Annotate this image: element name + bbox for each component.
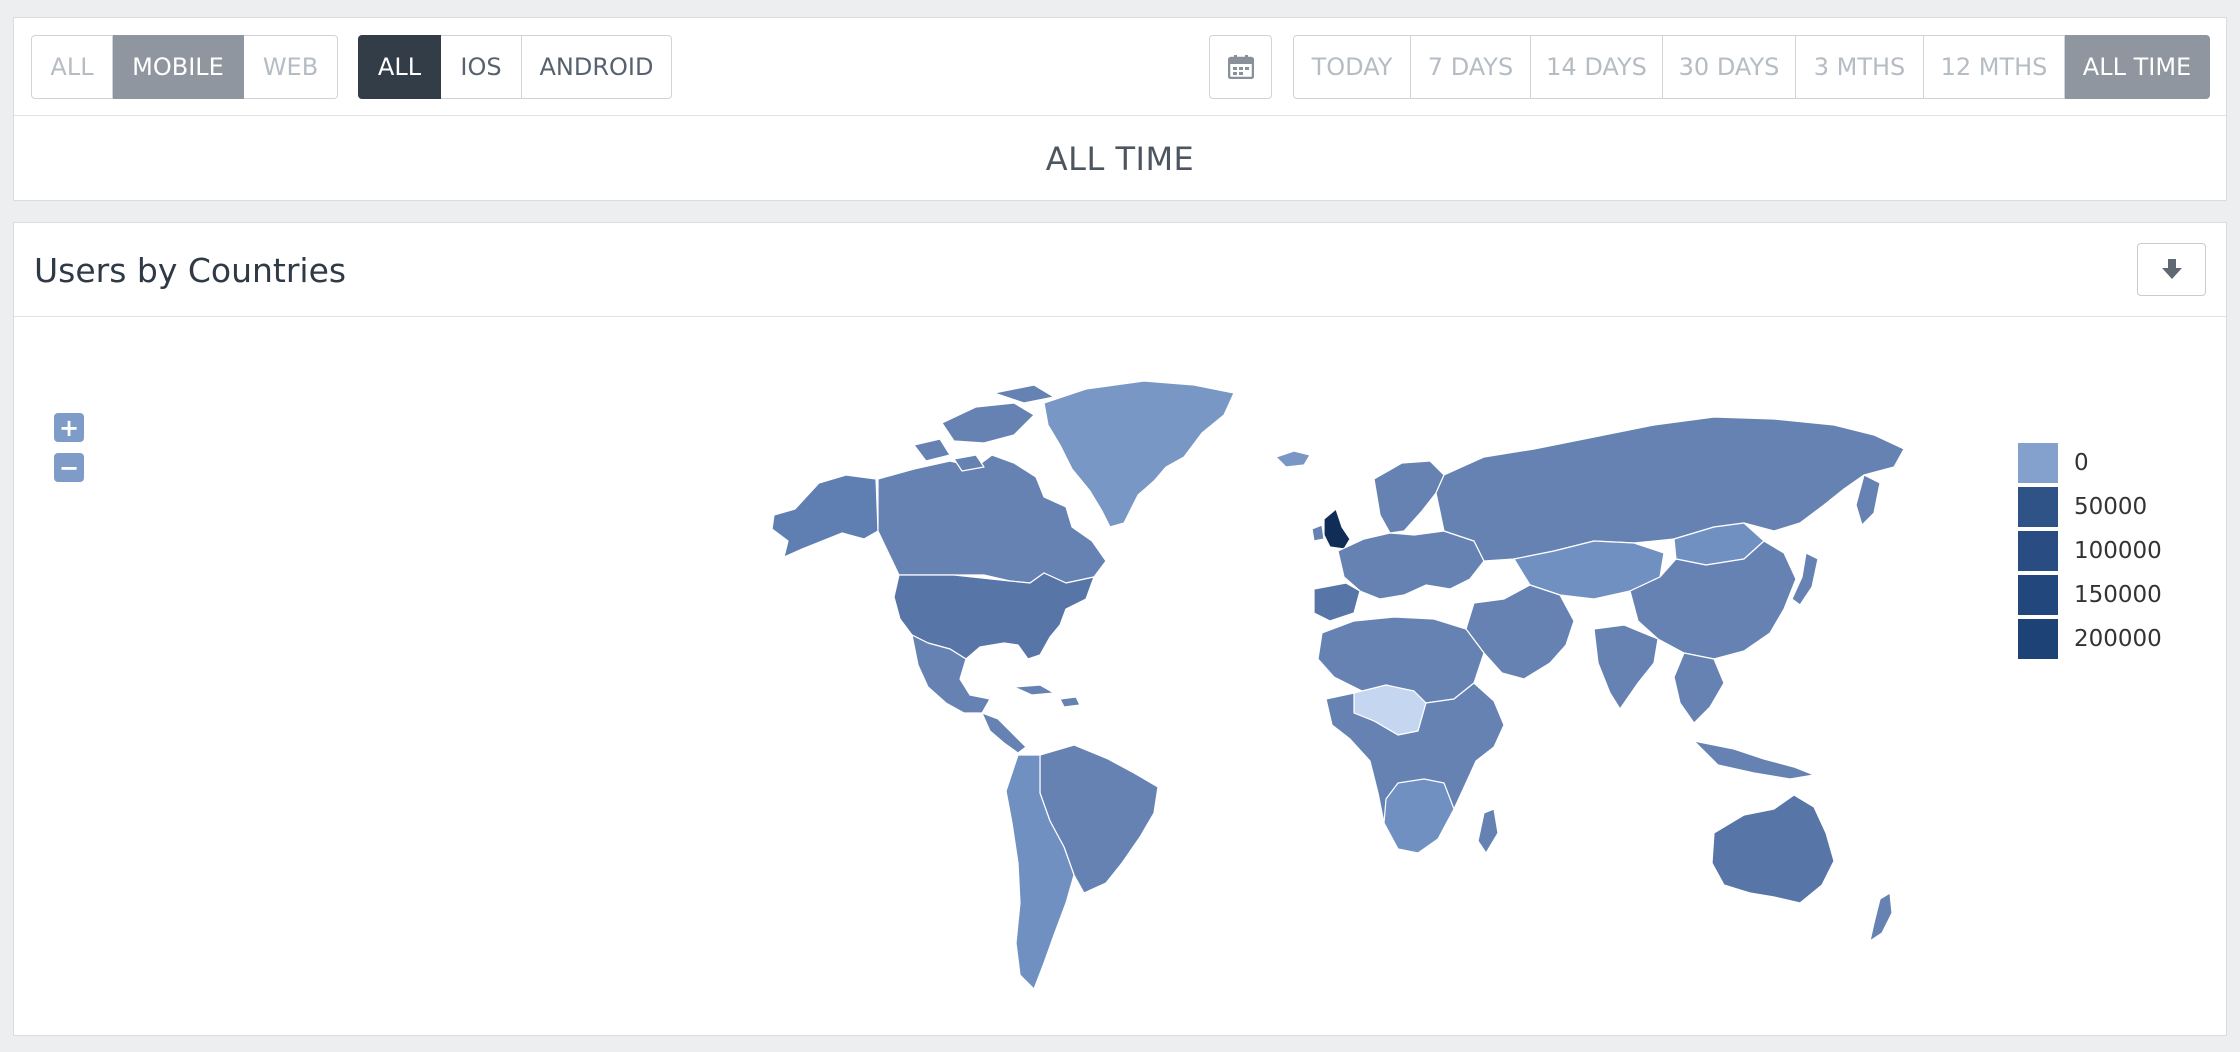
period-title: ALL TIME: [1045, 140, 1195, 178]
filter-toolbar: ALL MOBILE WEB ALL IOS ANDROID TODAY 7 D…: [14, 18, 2226, 116]
country-india[interactable]: [1593, 624, 1659, 710]
date-range-group: TODAY 7 DAYS 14 DAYS 30 DAYS 3 MTHS 12 M…: [1293, 35, 2210, 99]
download-button[interactable]: [2137, 243, 2206, 296]
country-middle-east[interactable]: [1465, 584, 1575, 680]
legend-label: 100000: [2074, 538, 2162, 564]
legend-swatch: [2018, 487, 2058, 527]
country-europe[interactable]: [1337, 530, 1485, 600]
platform-web-button[interactable]: WEB: [244, 35, 338, 99]
country-russia[interactable]: [1435, 416, 1905, 562]
filter-panel: ALL MOBILE WEB ALL IOS ANDROID TODAY 7 D…: [13, 17, 2227, 201]
country-australia[interactable]: [1711, 794, 1835, 904]
legend-swatch: [2018, 575, 2058, 615]
card-title: Users by Countries: [34, 250, 347, 290]
card-header: Users by Countries: [14, 223, 2226, 317]
os-filter-group: ALL IOS ANDROID: [358, 35, 672, 99]
country-caribbean[interactable]: [1013, 684, 1081, 708]
os-android-button[interactable]: ANDROID: [522, 35, 672, 99]
zoom-out-button[interactable]: −: [54, 453, 84, 482]
country-alaska[interactable]: [771, 474, 879, 558]
country-canada-islands[interactable]: [913, 384, 1055, 472]
map-legend: 0 50000 100000 150000 200000: [2018, 441, 2162, 661]
legend-item: 200000: [2018, 617, 2162, 661]
date-30-days-button[interactable]: 30 DAYS: [1663, 35, 1796, 99]
legend-label: 200000: [2074, 626, 2162, 652]
calendar-button[interactable]: [1209, 35, 1272, 99]
platform-filter-group: ALL MOBILE WEB: [31, 35, 338, 99]
date-14-days-button[interactable]: 14 DAYS: [1531, 35, 1663, 99]
legend-item: 50000: [2018, 485, 2162, 529]
date-7-days-button[interactable]: 7 DAYS: [1411, 35, 1531, 99]
platform-all-button[interactable]: ALL: [31, 35, 113, 99]
legend-swatch: [2018, 619, 2058, 659]
date-all-time-button[interactable]: ALL TIME: [2065, 35, 2210, 99]
country-iberia[interactable]: [1313, 582, 1361, 622]
country-southeast-asia[interactable]: [1673, 652, 1725, 724]
country-southern-africa[interactable]: [1383, 778, 1455, 854]
legend-label: 150000: [2074, 582, 2162, 608]
date-3-mths-button[interactable]: 3 MTHS: [1796, 35, 1924, 99]
country-ireland[interactable]: [1311, 524, 1325, 542]
os-ios-button[interactable]: IOS: [441, 35, 522, 99]
country-kamchatka[interactable]: [1855, 474, 1881, 526]
zoom-in-button[interactable]: +: [54, 413, 84, 442]
legend-item: 100000: [2018, 529, 2162, 573]
legend-swatch: [2018, 531, 2058, 571]
country-canada[interactable]: [877, 454, 1107, 584]
world-map[interactable]: [714, 363, 1974, 1013]
country-new-zealand[interactable]: [1869, 892, 1893, 942]
legend-swatch: [2018, 443, 2058, 483]
legend-label: 0: [2074, 450, 2089, 476]
calendar-icon: [1227, 55, 1254, 79]
users-by-countries-card: Users by Countries + − 0 50000 100000 15…: [13, 222, 2227, 1036]
country-indonesia[interactable]: [1693, 740, 1815, 780]
legend-item: 0: [2018, 441, 2162, 485]
platform-mobile-button[interactable]: MOBILE: [113, 35, 244, 99]
country-iceland[interactable]: [1275, 450, 1311, 468]
legend-label: 50000: [2074, 494, 2148, 520]
country-madagascar[interactable]: [1477, 808, 1499, 854]
date-today-button[interactable]: TODAY: [1293, 35, 1411, 99]
country-greenland[interactable]: [1043, 380, 1235, 528]
country-uk[interactable]: [1323, 508, 1351, 550]
date-12-mths-button[interactable]: 12 MTHS: [1924, 35, 2065, 99]
country-scandinavia[interactable]: [1373, 460, 1445, 534]
os-all-button[interactable]: ALL: [358, 35, 441, 99]
legend-item: 150000: [2018, 573, 2162, 617]
country-central-america[interactable]: [981, 712, 1027, 754]
download-icon: [2161, 258, 2182, 279]
